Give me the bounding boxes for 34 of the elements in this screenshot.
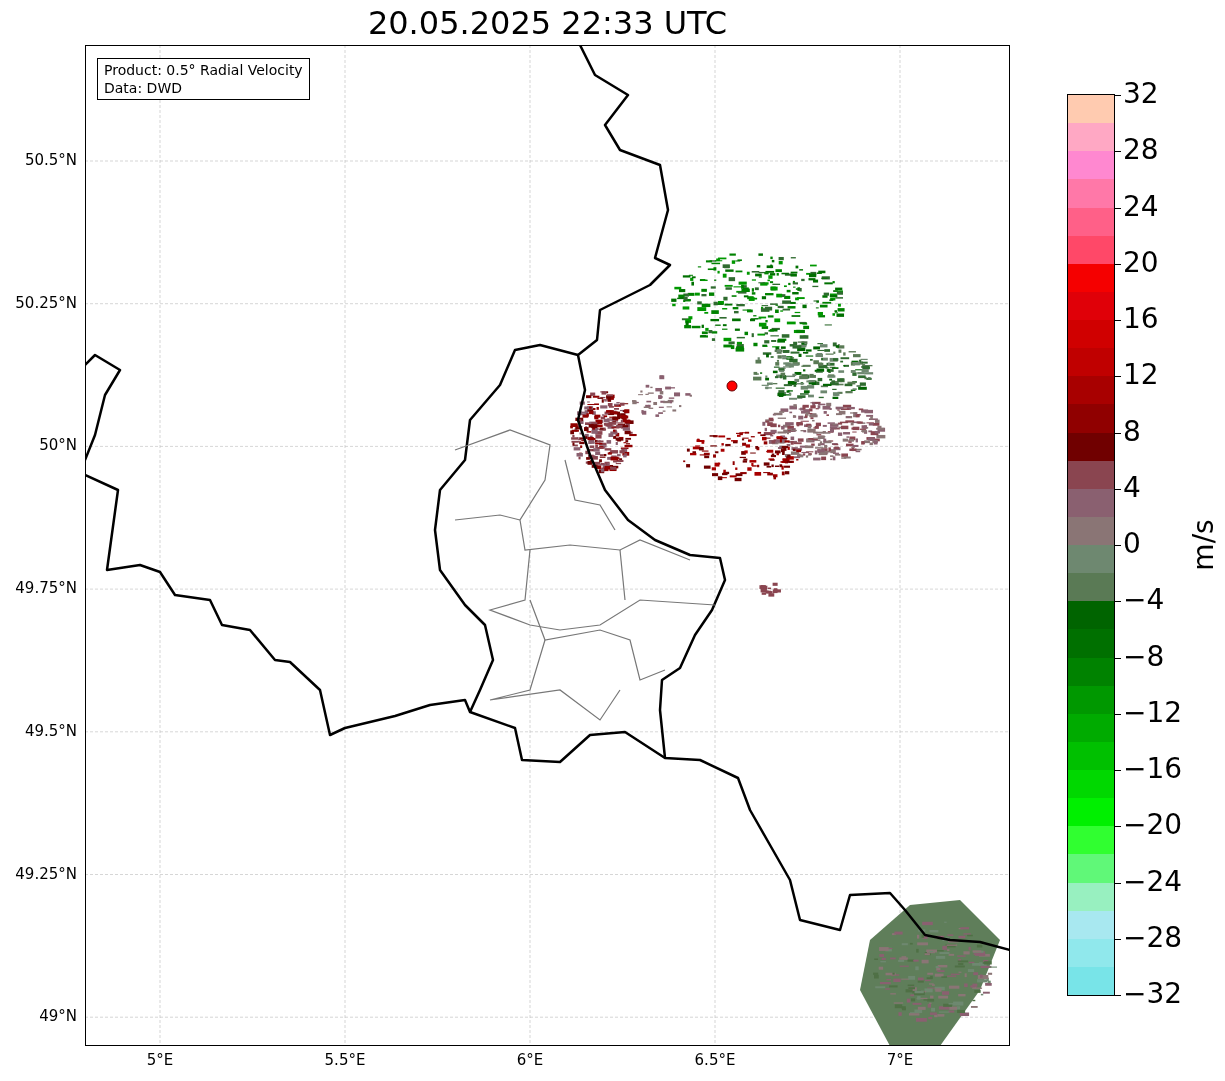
colorbar-tick-label: 32 — [1123, 80, 1159, 108]
colorbar-tick-label: −32 — [1123, 980, 1183, 1008]
latitude-label: 49.5°N — [24, 723, 77, 739]
colorbar-tick-label: 12 — [1123, 361, 1159, 390]
longitude-label: 6°E — [516, 1053, 544, 1068]
longitude-label: 6.5°E — [694, 1053, 736, 1068]
latitude-label: 50.5°N — [24, 153, 77, 168]
colorbar-tick-label: −12 — [1123, 698, 1183, 727]
colorbar-tick-label: −16 — [1123, 755, 1183, 783]
colorbar-tick-label: 24 — [1123, 192, 1159, 221]
colorbar-tick-label: −24 — [1123, 867, 1183, 896]
longitude-label: 5.5°E — [324, 1053, 366, 1068]
latitude-label: 49°N — [39, 1009, 77, 1025]
legend-text: Product: 0.5° Radial Velocity — [104, 61, 303, 79]
radar-site-marker — [726, 380, 738, 392]
colorbar-tick-label: 28 — [1123, 136, 1159, 165]
longitude-label: 7°E — [886, 1053, 914, 1068]
colorbar-tick-label: −28 — [1123, 923, 1183, 952]
colorbar-tick-label: 20 — [1123, 248, 1159, 277]
colorbar-tick-label: −8 — [1123, 642, 1165, 671]
latitude-label: 49.75°N — [15, 581, 77, 597]
latitude-label: 49.25°N — [15, 866, 77, 882]
legend-text: Data: DWD — [104, 79, 183, 97]
colorbar-tick-label: 4 — [1123, 473, 1141, 502]
longitude-label: 5°E — [146, 1053, 174, 1068]
colorbar-tick-label: −4 — [1123, 586, 1165, 615]
chart-title: 20.05.2025 22:33 UTC — [367, 6, 728, 39]
colorbar-tick-label: 0 — [1123, 530, 1141, 558]
colorbar-label: m/s — [1186, 519, 1221, 571]
colorbar-tick-label: −20 — [1123, 811, 1183, 840]
latitude-label: 50.25°N — [15, 295, 77, 311]
latitude-label: 50°N — [39, 438, 77, 454]
colorbar-tick-label: 8 — [1123, 417, 1141, 446]
colorbar-tick-label: 16 — [1123, 305, 1159, 333]
